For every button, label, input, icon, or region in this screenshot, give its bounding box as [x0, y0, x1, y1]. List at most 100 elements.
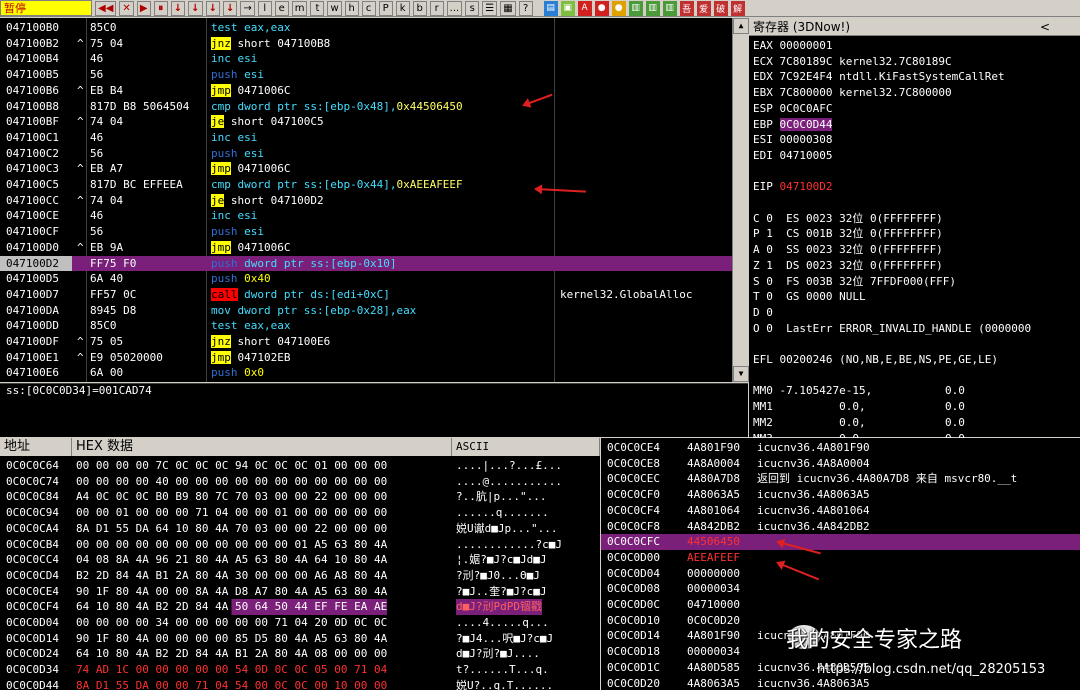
memory-dump-pane[interactable]: 地址 HEX 数据 ASCII 0C0C0C64 00 00 00 00 7C 0… — [0, 438, 600, 690]
plugin-button[interactable]: 吾 — [679, 0, 694, 16]
disasm-row[interactable]: 047100D7 FF57 0C call dword ptr ds:[edi+0… — [0, 287, 748, 303]
disasm-row[interactable]: 047100B5 56 push esi — [0, 67, 748, 83]
stack-row[interactable]: 0C0C0CE4 4A801F90 icucnv36.4A801F90 — [601, 440, 1080, 456]
plugin-button[interactable]: ● — [611, 0, 626, 16]
register-line[interactable]: ESP 0C0C0AFC — [753, 101, 832, 117]
plugin-button[interactable]: 破 — [713, 0, 728, 16]
stack-row[interactable]: 0C0C0D20 4A8063A5 icucnv36.4A8063A5 — [601, 676, 1080, 690]
toolbar-button[interactable]: k — [395, 0, 410, 16]
stack-row[interactable]: 0C0C0CF8 4A842DB2 icucnv36.4A842DB2 — [601, 519, 1080, 535]
disasm-row[interactable]: 047100D5 6A 40 push 0x40 — [0, 271, 748, 287]
register-line[interactable]: MM0 -7.105427e-15, 0.0 — [753, 383, 965, 399]
collapse-arrow-icon[interactable]: < — [1040, 18, 1050, 36]
plugin-button[interactable]: ● — [594, 0, 609, 16]
disasm-row[interactable]: 047100B4 46 inc esi — [0, 51, 748, 67]
register-line[interactable]: EDI 04710005 — [753, 148, 832, 164]
dump-row[interactable]: 0C0C0D44 8A D1 55 DA 00 00 71 04 54 00 0C… — [0, 678, 600, 690]
dump-row[interactable]: 0C0C0CB4 00 00 00 00 00 00 00 00 00 00 00… — [0, 537, 600, 553]
plugin-button[interactable]: ▣ — [560, 0, 575, 16]
toolbar-button[interactable]: ... — [446, 0, 463, 16]
disasm-row[interactable]: 047100CE 46 inc esi — [0, 208, 748, 224]
dump-row[interactable]: 0C0C0CE4 90 1F 80 4A 00 00 8A 4A D8 A7 80… — [0, 584, 600, 600]
toolbar-button[interactable]: b — [412, 0, 427, 16]
dump-row[interactable]: 0C0C0CD4 B2 2D 84 4A B1 2A 80 4A 30 00 00… — [0, 568, 600, 584]
disasm-row[interactable]: 047100B2 ^ 75 04 jnz short 047100B8 — [0, 36, 748, 52]
toolbar-button[interactable]: ☰ — [482, 0, 498, 16]
stack-row[interactable]: 0C0C0CE8 4A8A0004 icucnv36.4A8A0004 — [601, 456, 1080, 472]
disasm-row[interactable]: 047100E6 6A 00 push 0x0 — [0, 365, 748, 381]
dump-row[interactable]: 0C0C0D14 90 1F 80 4A 00 00 00 00 85 D5 80… — [0, 631, 600, 647]
toolbar-button[interactable]: ↓ — [222, 0, 238, 16]
toolbar-button[interactable]: ✕ — [119, 0, 134, 16]
plugin-button[interactable]: ▥ — [628, 0, 643, 16]
register-line[interactable]: EBP 0C0C0D44 — [753, 117, 833, 133]
scroll-down-icon[interactable]: ▼ — [733, 366, 749, 382]
dump-row[interactable]: 0C0C0CC4 04 08 8A 4A 96 21 80 4A A5 63 80… — [0, 552, 600, 568]
toolbar-button[interactable]: ▦ — [500, 0, 516, 16]
dump-row[interactable]: 0C0C0C64 00 00 00 00 7C 0C 0C 0C 94 0C 0C… — [0, 458, 600, 474]
register-line[interactable]: Z 1 DS 0023 32位 0(FFFFFFFF) — [753, 258, 943, 274]
disassembly-scrollbar[interactable]: ▲ ▼ — [732, 18, 749, 382]
register-line[interactable]: A 0 SS 0023 32位 0(FFFFFFFF) — [753, 242, 943, 258]
toolbar-button[interactable]: ↓ — [205, 0, 220, 16]
disasm-row[interactable]: 047100DF ^ 75 05 jnz short 047100E6 — [0, 334, 748, 350]
toolbar-button[interactable]: ↓ — [170, 0, 186, 16]
dump-header-hex[interactable]: HEX 数据 — [72, 438, 452, 456]
toolbar-button[interactable]: l — [257, 0, 272, 16]
toolbar-button[interactable]: h — [344, 0, 359, 16]
register-line[interactable]: ECX 7C80189C kernel32.7C80189C — [753, 54, 952, 70]
toolbar-button[interactable]: ▶ — [136, 0, 151, 16]
toolbar-button[interactable]: → — [240, 0, 255, 16]
disasm-row[interactable]: 047100C5 817D BC EFFEEA cmp dword ptr ss:… — [0, 177, 748, 193]
stack-row[interactable]: 0C0C0D08 00000034 — [601, 581, 1080, 597]
dump-row[interactable]: 0C0C0CF4 64 10 80 4A B2 2D 84 4A 50 64 50… — [0, 599, 600, 615]
register-line[interactable]: O 0 LastErr ERROR_INVALID_HANDLE (000000… — [753, 321, 1031, 337]
register-line[interactable]: EFL 00200246 (NO,NB,E,BE,NS,PE,GE,LE) — [753, 352, 998, 368]
disasm-row[interactable]: 047100B8 817D B8 5064504 cmp dword ptr ss… — [0, 99, 748, 115]
stack-row[interactable]: 0C0C0CEC 4A80A7D8 返回到 icucnv36.4A80A7D8 来自… — [601, 471, 1080, 487]
dump-row[interactable]: 0C0C0C74 00 00 00 00 40 00 00 00 00 00 00… — [0, 474, 600, 490]
plugin-button[interactable]: 解 — [730, 0, 745, 16]
dump-row[interactable]: 0C0C0CA4 8A D1 55 DA 64 10 80 4A 70 03 00… — [0, 521, 600, 537]
disasm-row[interactable]: 047100C1 46 inc esi — [0, 130, 748, 146]
disasm-row[interactable]: 047100BF ^ 74 04 je short 047100C5 — [0, 114, 748, 130]
stack-row[interactable]: 0C0C0D04 00000000 — [601, 566, 1080, 582]
disasm-row[interactable]: 047100CC ^ 74 04 je short 047100D2 — [0, 193, 748, 209]
dump-row[interactable]: 0C0C0D04 00 00 00 00 34 00 00 00 00 00 71… — [0, 615, 600, 631]
dump-row[interactable]: 0C0C0D24 64 10 80 4A B2 2D 84 4A B1 2A 80… — [0, 646, 600, 662]
register-line[interactable]: ESI 00000308 — [753, 132, 832, 148]
disasm-row[interactable]: 047100D0 ^ EB 9A jmp 0471006C — [0, 240, 748, 256]
register-line[interactable]: T 0 GS 0000 NULL — [753, 289, 866, 305]
dump-header-address[interactable]: 地址 — [0, 438, 72, 456]
register-line[interactable]: MM1 0.0, 0.0 — [753, 399, 965, 415]
toolbar-button[interactable]: P — [378, 0, 393, 16]
register-line[interactable]: MM2 0.0, 0.0 — [753, 415, 965, 431]
plugin-button[interactable]: 爱 — [696, 0, 711, 16]
register-line[interactable]: S 0 FS 003B 32位 7FFDF000(FFF) — [753, 274, 956, 290]
register-line[interactable]: EDX 7C92E4F4 ntdll.KiFastSystemCallRet — [753, 69, 1005, 85]
register-line[interactable]: C 0 ES 0023 32位 0(FFFFFFFF) — [753, 211, 943, 227]
stack-row[interactable]: 0C0C0CF0 4A8063A5 icucnv36.4A8063A5 — [601, 487, 1080, 503]
dump-row[interactable]: 0C0C0C94 00 00 01 00 00 00 71 04 00 00 01… — [0, 505, 600, 521]
register-line[interactable]: EBX 7C800000 kernel32.7C800000 — [753, 85, 952, 101]
toolbar-button[interactable]: ◀◀ — [95, 0, 117, 16]
disasm-row[interactable]: 047100DD 85C0 test eax,eax — [0, 318, 748, 334]
disasm-row[interactable]: 047100C3 ^ EB A7 jmp 0471006C — [0, 161, 748, 177]
toolbar-button[interactable]: m — [291, 0, 308, 16]
plugin-button[interactable]: A — [577, 0, 592, 16]
dump-row[interactable]: 0C0C0C84 A4 0C 0C 0C B0 B9 80 7C 70 03 00… — [0, 489, 600, 505]
register-line[interactable]: D 0 — [753, 305, 773, 321]
toolbar-button[interactable]: r — [429, 0, 444, 16]
disasm-row[interactable]: 047100D2 FF75 F0 push dword ptr ss:[ebp-0… — [0, 255, 748, 272]
toolbar-button[interactable]: ↓ — [188, 0, 203, 16]
scroll-up-icon[interactable]: ▲ — [733, 18, 749, 34]
toolbar-button[interactable]: t — [310, 0, 325, 16]
stack-row[interactable]: 0C0C0D00 AEEAFEEF — [601, 550, 1080, 566]
disasm-row[interactable]: 047100C2 56 push esi — [0, 146, 748, 162]
disasm-row[interactable]: 047100B6 ^ EB B4 jmp 0471006C — [0, 83, 748, 99]
registers-pane[interactable]: 寄存器 (3DNow!) < EAX 00000001 ECX 7C80189C … — [749, 18, 1080, 460]
disassembly-pane[interactable]: 047100B0 85C0 test eax,eax 047100B2 ^ 75 04 j… — [0, 18, 748, 382]
disasm-row[interactable]: 047100E1 ^ E9 05020000 jmp 047102EB — [0, 350, 748, 366]
register-line[interactable]: EAX 00000001 — [753, 38, 832, 54]
plugin-button[interactable]: ▥ — [662, 0, 677, 16]
